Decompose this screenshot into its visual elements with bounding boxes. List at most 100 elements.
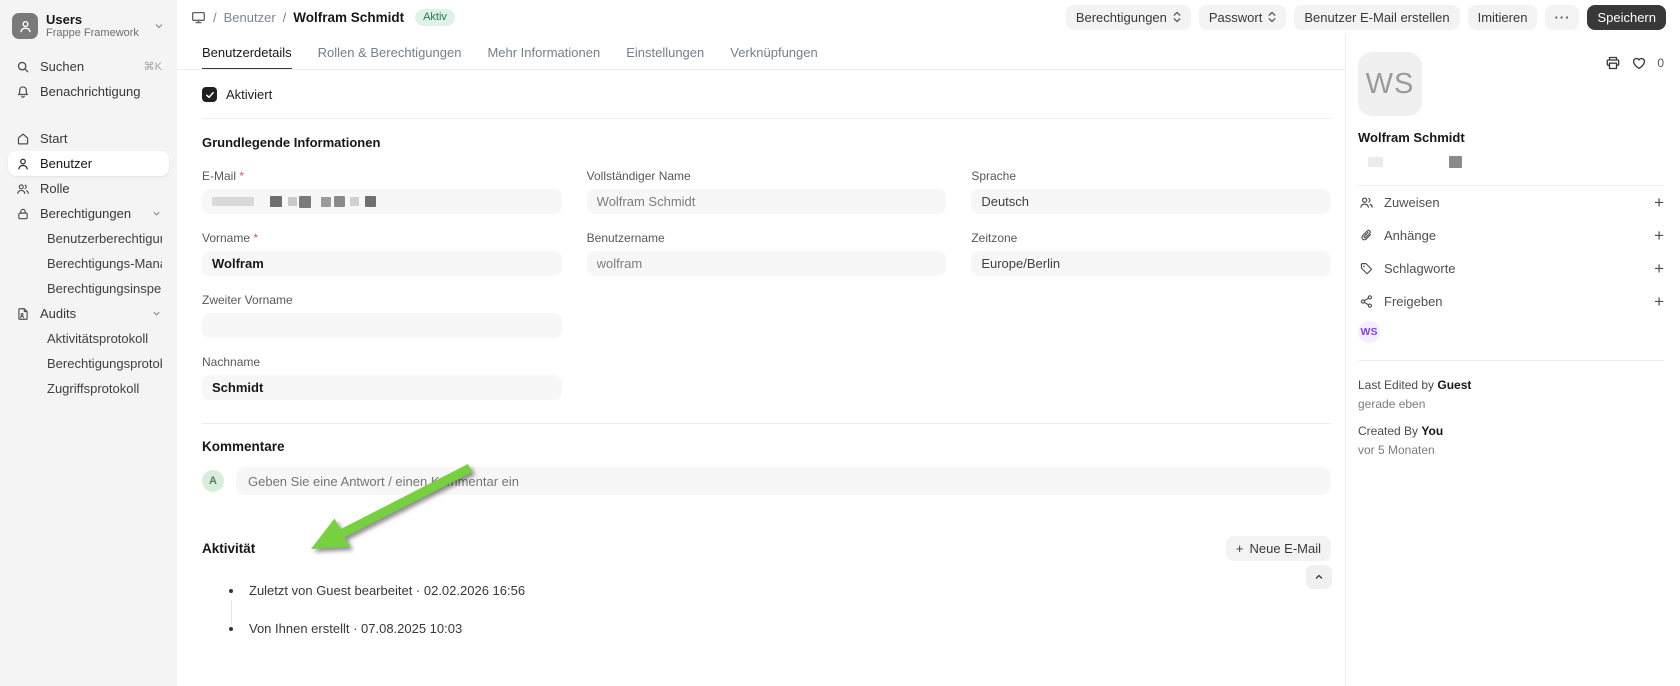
sidebar-item-audits[interactable]: Audits xyxy=(8,301,169,326)
document-meta: Last Edited by Guest gerade eben Created… xyxy=(1358,378,1664,457)
add-assignment-button[interactable]: + xyxy=(1654,194,1664,211)
tab-label: Rollen & Berechtigungen xyxy=(317,44,462,60)
heart-icon[interactable] xyxy=(1631,55,1647,71)
redacted-email-line xyxy=(1358,156,1664,168)
middle-name-field[interactable] xyxy=(202,313,562,338)
tab-verknuepfungen[interactable]: Verknüpfungen xyxy=(730,34,817,69)
add-share-button[interactable]: + xyxy=(1654,293,1664,310)
status-badge: Aktiv xyxy=(415,8,455,26)
username-field[interactable] xyxy=(586,251,947,276)
permissions-dropdown[interactable]: Berechtigungen xyxy=(1065,4,1191,30)
activity-item-text: Zuletzt von Guest bearbeitet · 02.02.202… xyxy=(249,583,526,598)
sidebar-item-benutzerberechtigung[interactable]: Benutzerberechtigung xyxy=(8,226,169,251)
breadcrumb-section[interactable]: Benutzer xyxy=(224,10,276,25)
redacted-email-value xyxy=(212,197,254,206)
add-attachment-button[interactable]: + xyxy=(1654,227,1664,244)
sidebar-item-label: Audits xyxy=(40,306,77,321)
panel-divider xyxy=(1358,360,1664,361)
add-tag-button[interactable]: + xyxy=(1654,260,1664,277)
tab-rollen-berechtigungen[interactable]: Rollen & Berechtigungen xyxy=(318,34,462,69)
tab-einstellungen[interactable]: Einstellungen xyxy=(626,34,704,69)
tab-benutzerdetails[interactable]: Benutzerdetails xyxy=(202,34,292,69)
sidebar-item-start[interactable]: Start xyxy=(8,126,169,151)
sidebar-item-aktivitaetsprotokoll[interactable]: Aktivitätsprotokoll xyxy=(8,326,169,351)
sidebar-item-zugriffsprotokoll[interactable]: Zugriffsprotokoll xyxy=(8,376,169,401)
new-email-button[interactable]: + Neue E-Mail xyxy=(1225,536,1331,561)
share-row[interactable]: Freigeben + xyxy=(1358,285,1664,318)
enabled-checkbox-label: Aktiviert xyxy=(226,87,273,102)
sidebar-item-label: Berechtigungsinspektor xyxy=(47,281,162,296)
more-menu-button[interactable]: ··· xyxy=(1545,4,1580,30)
timezone-field-group: Zeitzone xyxy=(971,231,1331,276)
first-name-field[interactable] xyxy=(202,251,562,276)
user-icon xyxy=(19,20,31,32)
activity-item: Zuletzt von Guest bearbeitet · 02.02.202… xyxy=(202,583,1331,624)
language-select[interactable] xyxy=(971,189,1331,214)
tab-mehr-informationen[interactable]: Mehr Informationen xyxy=(487,34,600,69)
sidebar-item-rolle[interactable]: Rolle xyxy=(8,176,169,201)
email-field-group: E-Mail * xyxy=(202,169,562,214)
scroll-to-top-button[interactable] xyxy=(1306,565,1332,589)
assign-row[interactable]: Zuweisen + xyxy=(1358,186,1664,219)
sidebar-item-berechtigungen[interactable]: Berechtigungen xyxy=(8,201,169,226)
form-grid: E-Mail * Vollständiger Name Wolfram Schm… xyxy=(202,169,1331,417)
sidebar-item-label: Zugriffsprotokoll xyxy=(47,381,140,396)
chevron-down-icon[interactable] xyxy=(151,308,162,319)
tab-label: Benutzerdetails xyxy=(202,44,292,60)
audit-log-icon xyxy=(15,306,31,322)
sidebar-item-berechtigungs-manager[interactable]: Berechtigungs-Manager xyxy=(8,251,169,276)
select-arrows-icon xyxy=(1173,11,1181,23)
ellipsis-icon: ··· xyxy=(1554,9,1571,25)
monitor-icon[interactable] xyxy=(191,10,206,25)
sidebar-item-berechtigungsinspektor[interactable]: Berechtigungsinspektor xyxy=(8,276,169,301)
attachments-label: Anhänge xyxy=(1384,228,1437,243)
sidebar-item-notifications[interactable]: Benachrichtigung xyxy=(8,79,169,104)
last-name-label: Nachname xyxy=(202,355,261,369)
required-marker: * xyxy=(253,231,259,245)
breadcrumb: / Benutzer / Wolfram Schmidt Aktiv xyxy=(191,8,455,26)
comment-input[interactable] xyxy=(236,467,1331,495)
new-email-label: Neue E-Mail xyxy=(1249,541,1321,556)
sidebar-item-berechtigungsprotokoll[interactable]: Berechtigungsprotokoll xyxy=(8,351,169,376)
sidebar-item-benutzer[interactable]: Benutzer xyxy=(8,151,169,176)
main-content: Benutzerdetails Rollen & Berechtigungen … xyxy=(177,34,1345,686)
chevron-down-icon xyxy=(153,20,165,32)
like-count[interactable]: 0 xyxy=(1657,56,1664,70)
plus-icon: + xyxy=(1235,541,1244,556)
comment-composer: A xyxy=(202,467,1331,495)
save-label: Speichern xyxy=(1597,9,1656,25)
left-sidebar: Users Frappe Framework Suchen ⌘K Benachr… xyxy=(0,0,177,686)
timezone-select[interactable] xyxy=(971,251,1331,276)
enabled-checkbox[interactable] xyxy=(202,87,217,102)
save-button[interactable]: Speichern xyxy=(1587,4,1666,30)
create-user-email-button[interactable]: Benutzer E-Mail erstellen xyxy=(1294,4,1460,30)
chevron-down-icon[interactable] xyxy=(151,208,162,219)
enabled-row: Aktiviert xyxy=(202,70,1331,119)
middle-name-field-group: Zweiter Vorname xyxy=(202,293,562,338)
tab-label: Verknüpfungen xyxy=(730,44,818,60)
share-icon xyxy=(1358,294,1374,310)
permissions-dropdown-label: Berechtigungen xyxy=(1075,9,1167,25)
sidebar-item-label: Berechtigungs-Manager xyxy=(47,256,162,271)
printer-icon[interactable] xyxy=(1605,55,1621,71)
impersonate-button[interactable]: Imitieren xyxy=(1467,4,1538,30)
full-name-field-group: Vollständiger Name xyxy=(586,169,947,214)
tags-row[interactable]: Schlagworte + xyxy=(1358,252,1664,285)
shared-user-avatar[interactable]: WS xyxy=(1358,321,1380,343)
full-name-field[interactable] xyxy=(586,189,947,214)
tags-label: Schlagworte xyxy=(1384,261,1456,276)
username-label: Benutzername xyxy=(586,231,665,245)
attachments-row[interactable]: Anhänge + xyxy=(1358,219,1664,252)
impersonate-label: Imitieren xyxy=(1477,9,1528,25)
last-name-field[interactable] xyxy=(202,375,562,400)
created-user[interactable]: You xyxy=(1421,424,1443,438)
sidebar-item-search[interactable]: Suchen ⌘K xyxy=(8,54,169,79)
edited-user[interactable]: Guest xyxy=(1437,378,1471,392)
workspace-switcher[interactable]: Users Frappe Framework xyxy=(8,10,169,54)
required-marker: * xyxy=(239,169,245,183)
email-field[interactable] xyxy=(202,189,562,214)
password-dropdown[interactable]: Passwort xyxy=(1198,4,1287,30)
workspace-avatar xyxy=(12,13,38,39)
comments-title: Kommentare xyxy=(202,439,285,454)
page-header: / Benutzer / Wolfram Schmidt Aktiv Berec… xyxy=(177,0,1680,34)
